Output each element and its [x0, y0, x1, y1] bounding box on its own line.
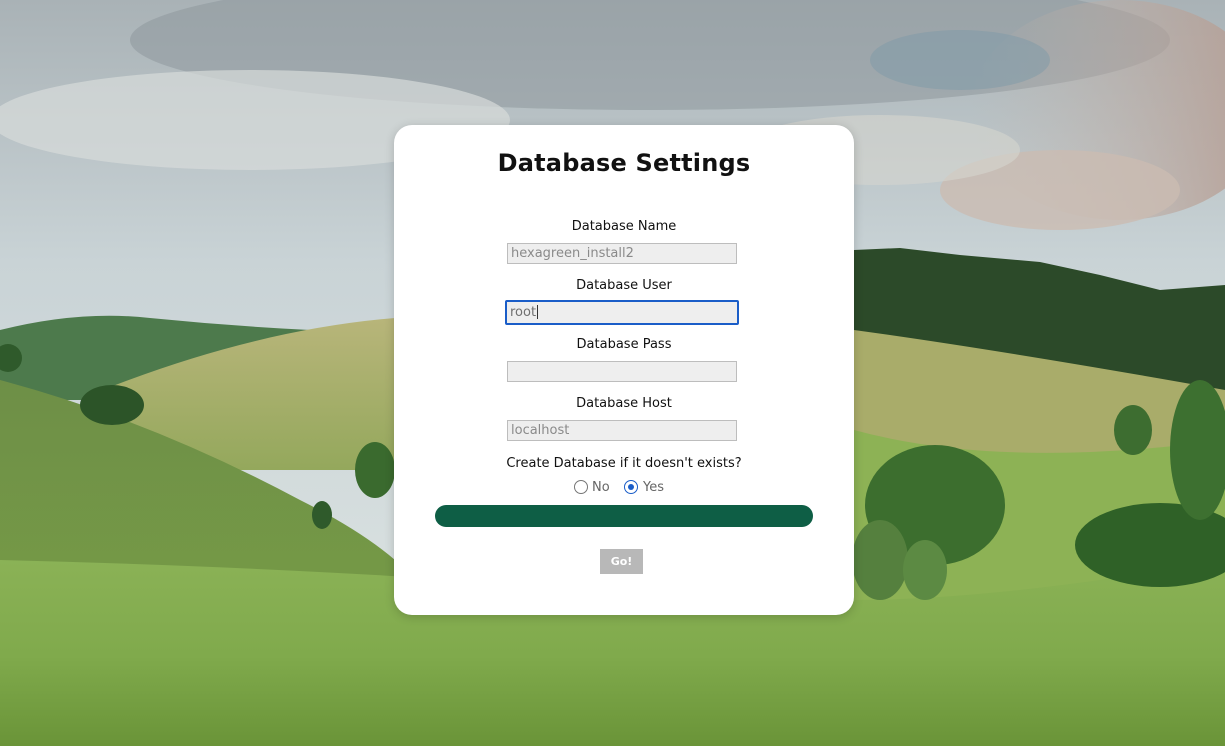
radio-yes[interactable]	[624, 480, 638, 494]
database-name-label: Database Name	[571, 219, 677, 234]
database-host-label: Database Host	[576, 396, 672, 411]
radio-no[interactable]	[574, 480, 588, 494]
database-user-label: Database User	[576, 278, 672, 293]
create-database-options: No Yes	[394, 479, 854, 497]
database-host-input[interactable]	[507, 420, 737, 441]
database-pass-input[interactable]	[507, 361, 737, 382]
go-button[interactable]: Go!	[600, 549, 643, 574]
progress-bar-fill	[435, 505, 813, 527]
text-caret	[537, 305, 538, 319]
database-name-input[interactable]	[507, 243, 737, 264]
database-user-input[interactable]	[505, 300, 739, 325]
progress-bar	[435, 505, 813, 527]
page-title: Database Settings	[497, 149, 751, 177]
radio-no-label[interactable]: No	[592, 480, 610, 495]
radio-yes-label[interactable]: Yes	[643, 480, 664, 495]
database-pass-label: Database Pass	[576, 337, 672, 352]
create-database-question: Create Database if it doesn't exists?	[506, 456, 742, 471]
database-settings-card: Database Settings Database Name Database…	[394, 125, 854, 615]
